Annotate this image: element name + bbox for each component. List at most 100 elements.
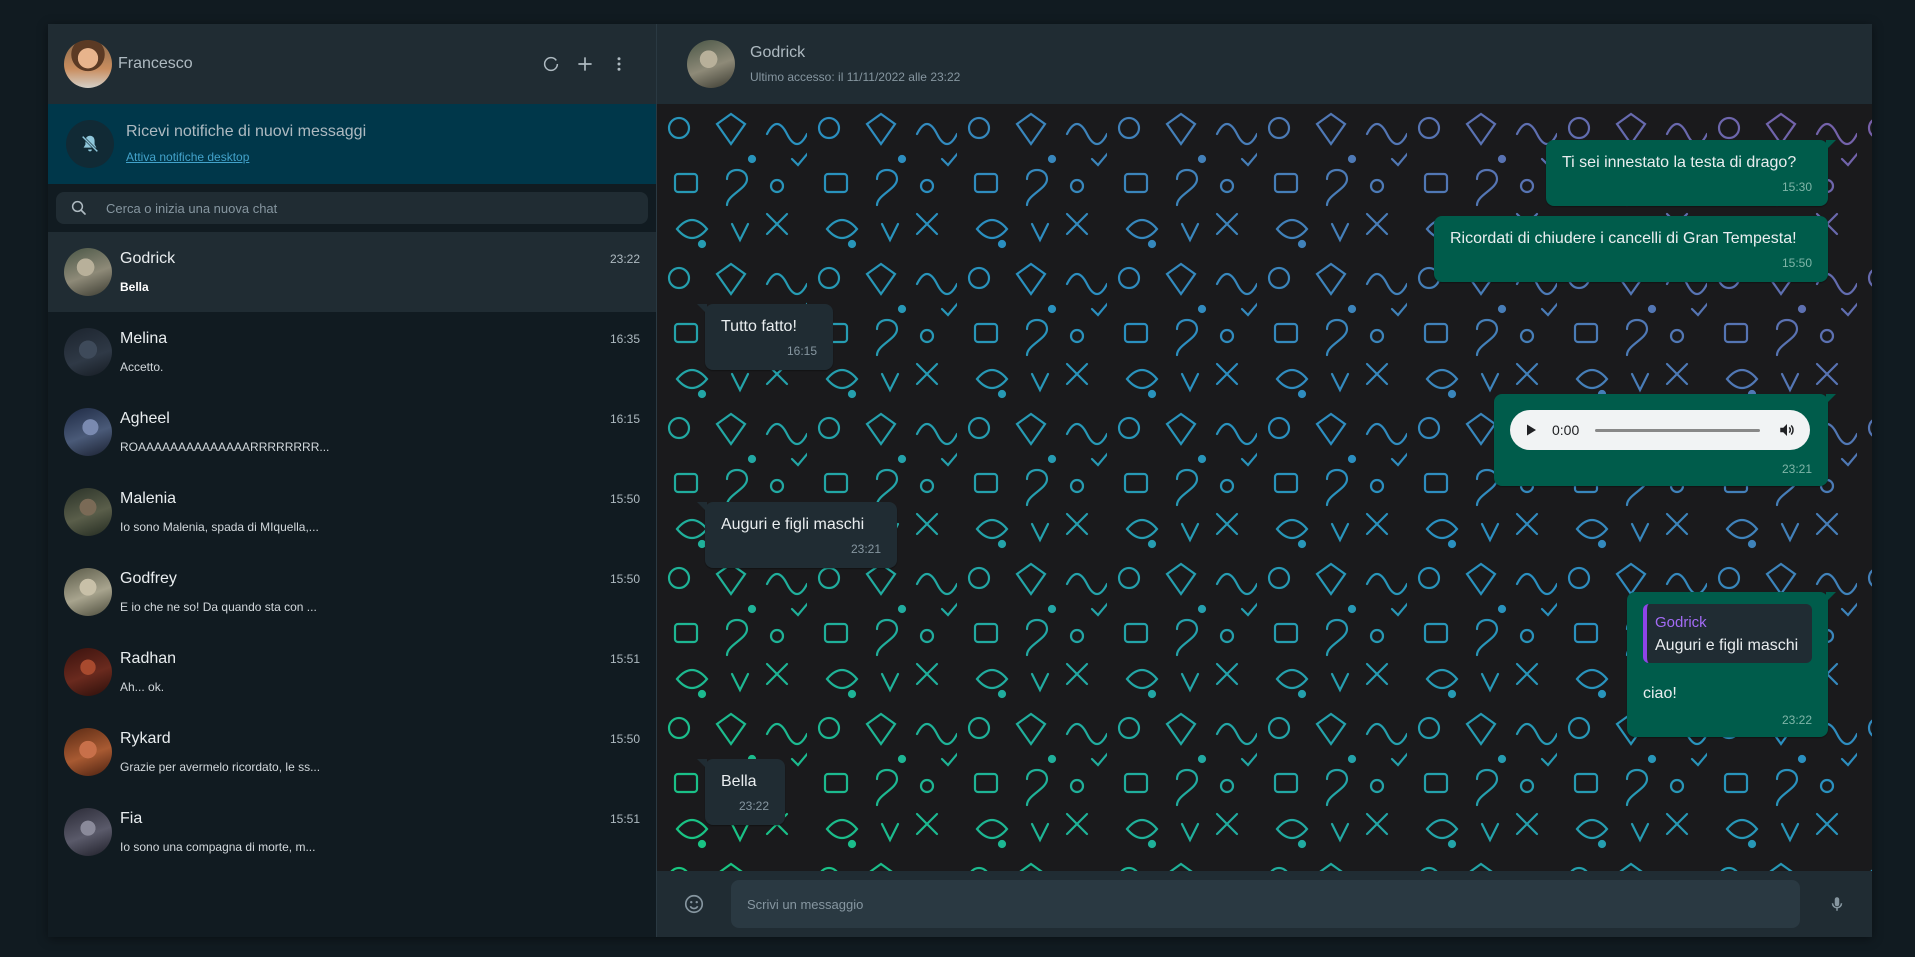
chat-item-godrick[interactable]: Godrick 23:22 Bella (48, 232, 656, 312)
chat-time: 23:22 (609, 252, 640, 266)
menu-button[interactable] (602, 47, 636, 81)
message-time: 23:21 (1781, 462, 1812, 476)
search-icon (71, 200, 86, 215)
message-text: Ricordati di chiudere i cancelli di Gran… (1450, 230, 1797, 247)
chat-item-godfrey[interactable]: Godfrey 15:50 E io che ne so! Da quando s… (48, 552, 656, 632)
avatar (64, 408, 112, 456)
message-text: Bella (721, 773, 757, 790)
quoted-author: Godrick (1655, 614, 1707, 631)
chat-body: Malenia 15:50 Io sono Malenia, spada di M… (120, 472, 640, 552)
bubble-tail (697, 759, 707, 769)
enable-notifications-link[interactable]: Attiva notifiche desktop (126, 150, 249, 164)
emoji-button[interactable] (677, 887, 711, 921)
message-field[interactable] (731, 880, 1800, 928)
chat-body: Radhan 15:51 Ah... ok. (120, 632, 640, 712)
message-time: 15:50 (1781, 256, 1812, 270)
message-outgoing-audio[interactable]: 0:00 23:21 (1494, 394, 1836, 486)
chat-last-message: ROAAAAAAAAAAAAAARRRRRRRR... (120, 440, 330, 454)
avatar (64, 488, 112, 536)
chat-name: Melina (120, 330, 168, 347)
avatar (64, 728, 112, 776)
audio-time: 0:00 (1552, 422, 1580, 438)
message-incoming[interactable]: Bella 23:22 (697, 759, 785, 825)
chat-time: 16:35 (609, 332, 640, 346)
audio-progress-bar[interactable] (1595, 428, 1760, 432)
avatar (64, 648, 112, 696)
chat-last-message: Io sono una compagna di morte, m... (120, 840, 316, 854)
message-outgoing[interactable]: Ti sei innestato la testa di drago? 15:3… (1546, 140, 1836, 206)
conversation-header[interactable]: Godrick Ultimo accesso: il 11/11/2022 al… (657, 24, 1872, 104)
message-time: 23:22 (738, 799, 769, 813)
message-time: 15:30 (1781, 180, 1812, 194)
message-time: 16:15 (786, 344, 817, 358)
bell-off-icon (66, 120, 114, 168)
chat-last-message: Bella (120, 280, 149, 294)
chat-time: 15:50 (609, 732, 640, 746)
my-avatar[interactable] (64, 40, 112, 88)
notification-banner: Ricevi notifiche di nuovi messaggi Attiv… (48, 104, 656, 184)
avatar (64, 808, 112, 856)
message-text: ciao! (1643, 685, 1677, 702)
search-bar (48, 184, 656, 232)
chat-last-message: Accetto. (120, 360, 164, 374)
audio-player[interactable]: 0:00 (1510, 410, 1810, 450)
contact-info: Godrick Ultimo accesso: il 11/11/2022 al… (750, 44, 960, 84)
conversation-panel: Godrick Ultimo accesso: il 11/11/2022 al… (657, 24, 1872, 937)
chat-item-malenia[interactable]: Malenia 15:50 Io sono Malenia, spada di M… (48, 472, 656, 552)
chat-body: Godrick 23:22 Bella (120, 232, 640, 312)
message-text: Ti sei innestato la testa di drago? (1562, 154, 1797, 171)
status-button[interactable] (534, 47, 568, 81)
chat-name: Rykard (120, 730, 171, 747)
message-incoming[interactable]: Auguri e figli maschi 23:21 (697, 502, 897, 568)
new-chat-button[interactable] (568, 47, 602, 81)
chat-item-rykard[interactable]: Rykard 15:50 Grazie per avermelo ricordat… (48, 712, 656, 792)
search-box[interactable] (56, 192, 648, 224)
bubble-tail (697, 304, 707, 314)
chat-name: Radhan (120, 650, 177, 667)
notification-title: Ricevi notifiche di nuovi messaggi (126, 122, 367, 140)
microphone-icon (1831, 897, 1843, 911)
bubble-tail (1826, 394, 1836, 404)
emoji-icon (684, 894, 704, 914)
chat-name: Agheel (120, 410, 170, 427)
chat-body: Melina 16:35 Accetto. (120, 312, 640, 392)
chat-item-fia[interactable]: Fia 15:51 Io sono una compagna di morte, … (48, 792, 656, 872)
contact-avatar[interactable] (687, 39, 735, 88)
sidebar: Francesco Ricevi notifiche di nuovi mess… (48, 24, 657, 937)
chat-item-radhan[interactable]: Radhan 15:51 Ah... ok. (48, 632, 656, 712)
message-incoming[interactable]: Tutto fatto! 16:15 (697, 304, 833, 370)
chat-time: 16:15 (609, 412, 640, 426)
contact-name: Godrick (750, 43, 806, 61)
message-outgoing-reply[interactable]: Godrick Auguri e figli maschi ciao! 23:2… (1627, 592, 1836, 737)
chat-body: Agheel 16:15 ROAAAAAAAAAAAAAARRRRRRRR... (120, 392, 640, 472)
plus-icon (578, 57, 592, 71)
chat-item-melina[interactable]: Melina 16:35 Accetto. (48, 312, 656, 392)
message-outgoing[interactable]: Ricordati di chiudere i cancelli di Gran… (1434, 216, 1828, 282)
chat-name: Fia (120, 810, 143, 827)
notification-texts: Ricevi notifiche di nuovi messaggi Attiv… (126, 123, 366, 166)
chat-name: Godfrey (120, 570, 177, 587)
chat-name: Godrick (120, 250, 176, 267)
message-input[interactable] (747, 896, 1784, 912)
chat-last-message: E io che ne so! Da quando sta con ... (120, 600, 317, 614)
chat-item-agheel[interactable]: Agheel 16:15 ROAAAAAAAAAAAAAARRRRRRRR... (48, 392, 656, 472)
message-text: Tutto fatto! (721, 318, 797, 335)
chat-body: Fia 15:51 Io sono una compagna di morte, … (120, 792, 640, 872)
chat-list: Godrick 23:22 Bella Melina 16:35 Accetto. … (48, 232, 656, 937)
bubble-tail (1826, 140, 1836, 150)
voice-record-button[interactable] (1820, 887, 1854, 921)
quoted-text: Auguri e figli maschi (1655, 637, 1799, 654)
chat-body: Rykard 15:50 Grazie per avermelo ricordat… (120, 712, 640, 792)
chat-time: 15:51 (609, 812, 640, 826)
last-seen-status: Ultimo accesso: il 11/11/2022 alle 23:22 (750, 69, 961, 84)
volume-icon[interactable] (1778, 421, 1796, 439)
avatar (64, 328, 112, 376)
message-area: Ti sei innestato la testa di drago? 15:3… (657, 104, 1872, 871)
play-icon[interactable] (1524, 423, 1538, 437)
search-input[interactable] (106, 200, 638, 216)
chat-last-message: Ah... ok. (120, 680, 165, 694)
chat-body: Godfrey 15:50 E io che ne so! Da quando s… (120, 552, 640, 632)
quoted-message[interactable]: Godrick Auguri e figli maschi (1643, 604, 1812, 663)
app-window: Francesco Ricevi notifiche di nuovi mess… (48, 24, 1872, 937)
avatar (64, 568, 112, 616)
